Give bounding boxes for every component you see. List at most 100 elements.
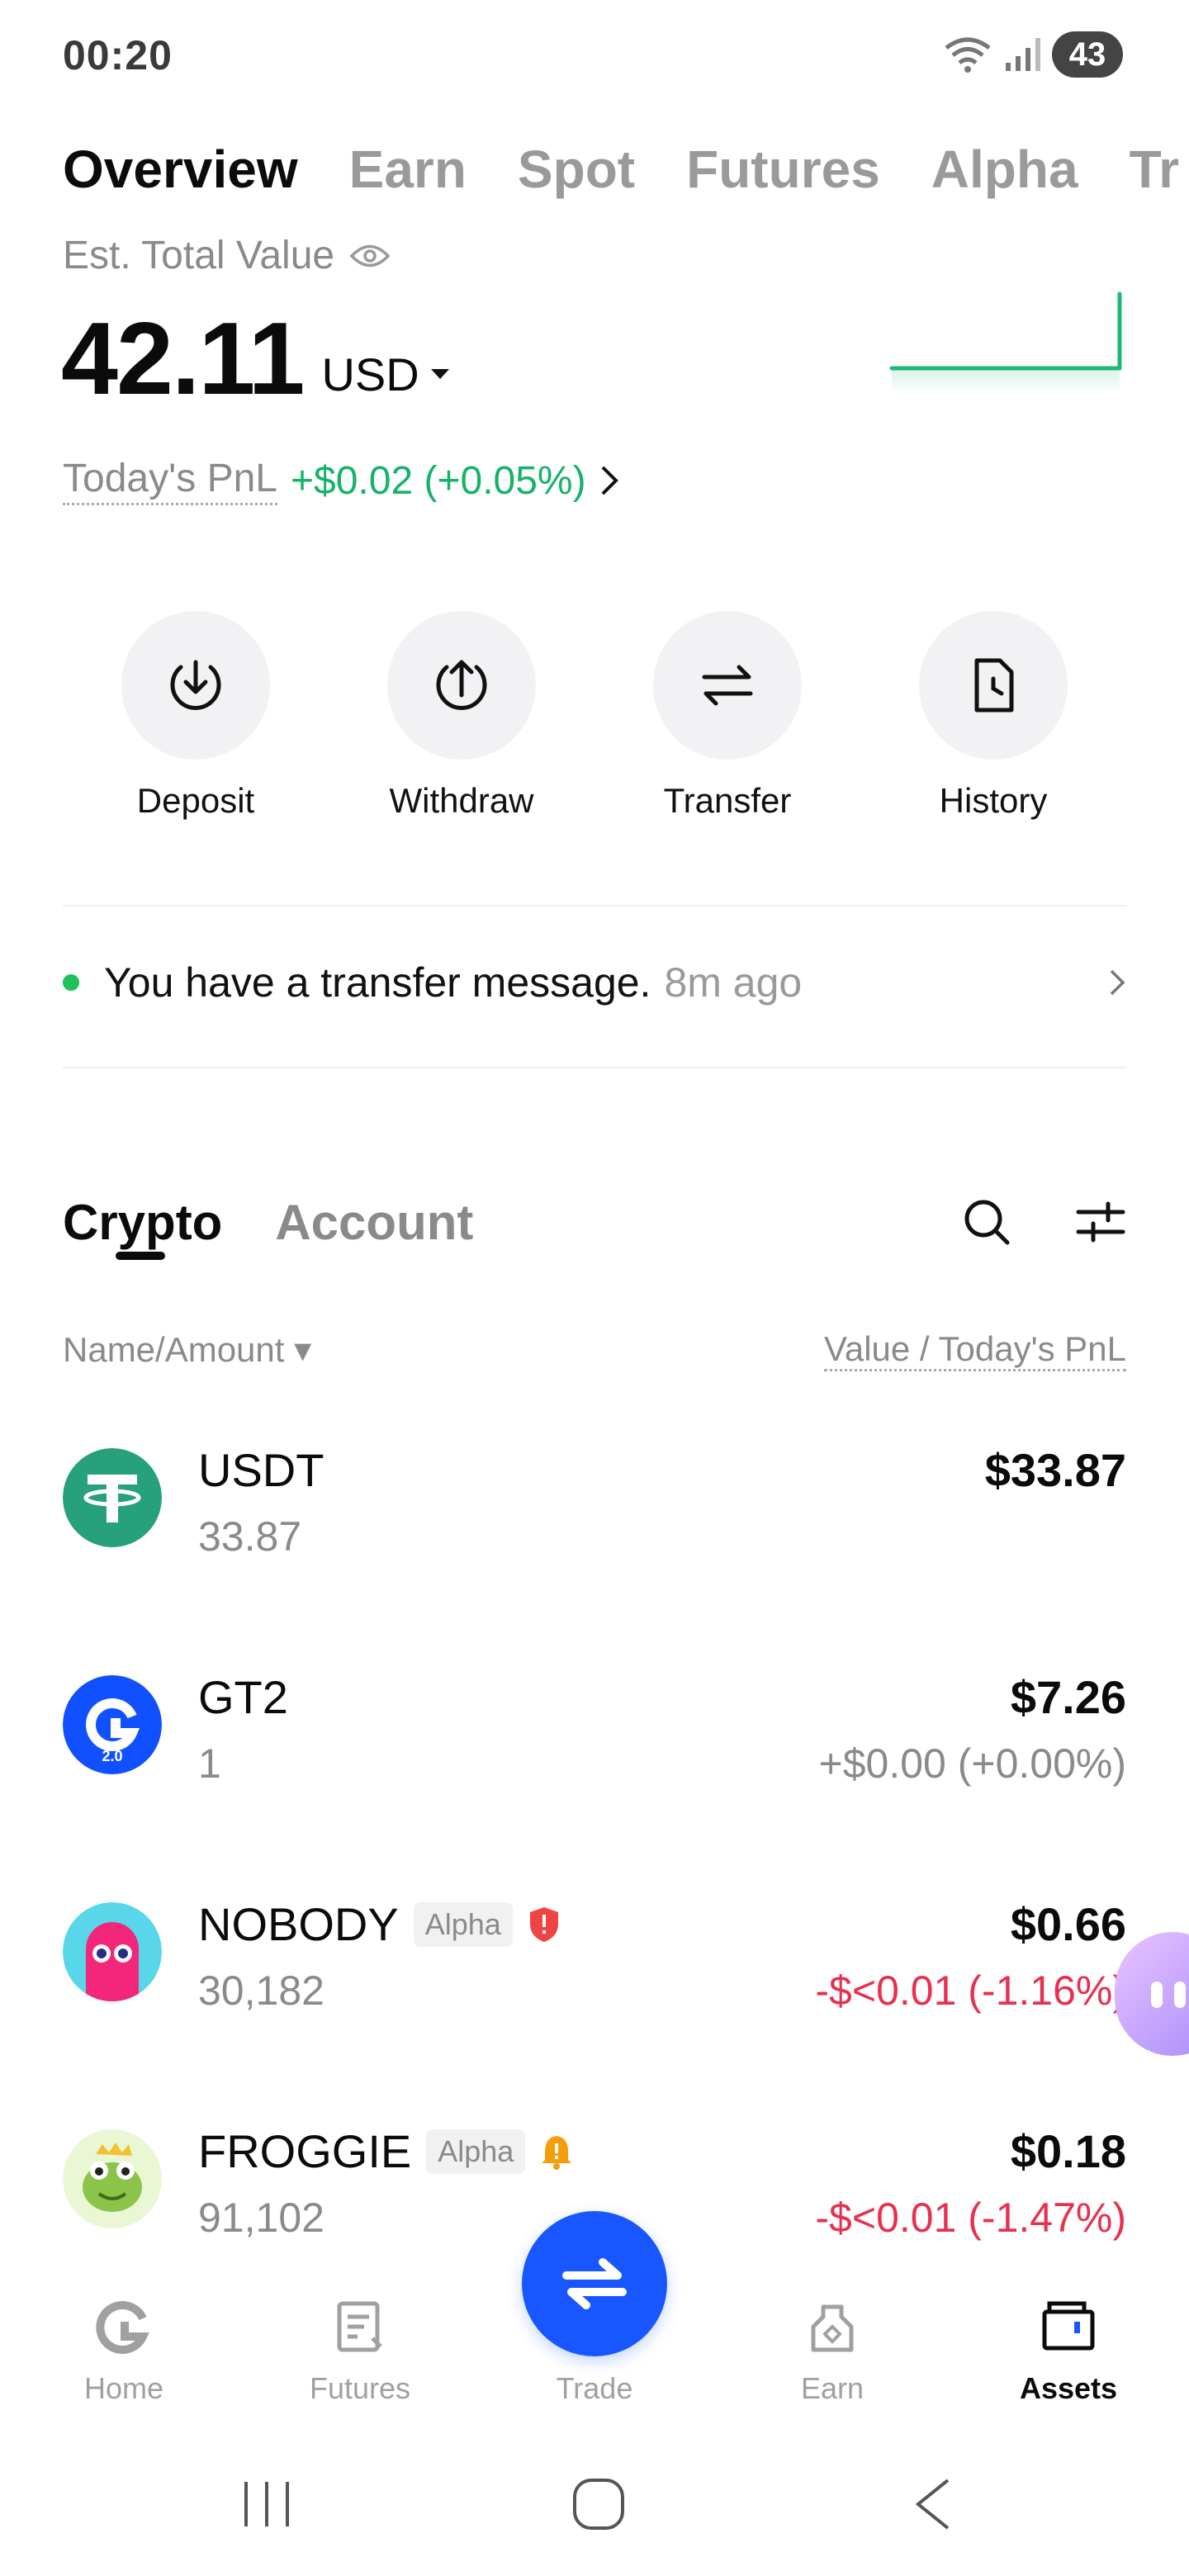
asset-value: $33.87 [984, 1444, 1126, 1496]
tab-futures[interactable]: Futures [686, 124, 880, 215]
notice-text: You have a transfer message. [104, 959, 651, 1006]
transfer-label: Transfer [663, 781, 792, 820]
nav-futures[interactable]: Futures [286, 2299, 434, 2406]
deposit-label: Deposit [136, 781, 255, 820]
battery-indicator: 43 [1052, 31, 1123, 78]
svg-text:2.0: 2.0 [102, 1748, 122, 1764]
history-icon [974, 658, 1014, 713]
nav-earn[interactable]: Earn [758, 2299, 907, 2406]
swap-arrows-icon [562, 2258, 627, 2309]
tab-earn[interactable]: Earn [349, 124, 467, 215]
nav-assets-label: Assets [1019, 2371, 1118, 2405]
eye-icon[interactable] [349, 242, 391, 270]
unread-dot [63, 974, 79, 991]
column-headers: Name/Amount ▾ Value / Today's PnL [63, 1329, 1126, 1371]
active-tab-indicator [116, 1252, 165, 1260]
top-tabs: Overview Earn Spot Futures Alpha Tr [63, 124, 1189, 215]
asset-amount: 1 [198, 1740, 221, 1787]
col-value-pnl[interactable]: Value / Today's PnL [823, 1329, 1126, 1371]
pnl-label: Today's PnL [63, 456, 277, 505]
asset-list: USDT 33.87 $33.87 2.0 GT2 1 $7.26 +$0.00… [63, 1420, 1126, 2328]
deposit-button[interactable]: Deposit [63, 611, 329, 821]
back-icon[interactable] [912, 2477, 953, 2531]
sort-name-amount[interactable]: Name/Amount ▾ [63, 1329, 311, 1371]
transfer-notice[interactable]: You have a transfer message. 8m ago [63, 925, 1126, 1040]
asset-name-line: FROGGIE Alpha [198, 2124, 573, 2178]
tab-spot[interactable]: Spot [518, 124, 635, 215]
withdraw-icon [436, 660, 487, 710]
status-bar: 00:20 43 [0, 0, 1189, 112]
asset-pnl: -$<0.01 (-1.47%) [815, 2195, 1126, 2241]
asset-amount: 33.87 [198, 1513, 302, 1560]
balance-value: 42.11 [61, 302, 305, 416]
caret-down-icon [430, 368, 449, 379]
asset-value: $0.66 [1010, 1898, 1126, 1950]
asset-name: GT2 [198, 1671, 288, 1723]
chevron-right-icon [601, 466, 618, 495]
history-button[interactable]: History [860, 611, 1126, 821]
search-icon[interactable] [961, 1196, 1012, 1248]
asset-row-gt2[interactable]: 2.0 GT2 1 $7.26 +$0.00 (+0.00%) [63, 1647, 1126, 1874]
pnl-value: +$0.02 (+0.05%) [291, 458, 586, 503]
tab-trading-bots[interactable]: Tr [1130, 124, 1179, 215]
currency-selector[interactable]: USD [321, 348, 449, 401]
todays-pnl[interactable]: Today's PnL +$0.02 (+0.05%) [63, 456, 619, 505]
tab-overview[interactable]: Overview [63, 124, 298, 215]
est-total-value-label: Est. Total Value [63, 233, 391, 278]
transfer-button[interactable]: Transfer [594, 611, 860, 821]
signal-icon [1006, 38, 1040, 71]
asset-amount: 91,102 [198, 2195, 324, 2241]
bottom-nav: Home Futures Trade Earn Assets [0, 2211, 1189, 2444]
tab-account[interactable]: Account [275, 1194, 473, 1251]
currency-label: USD [321, 348, 419, 400]
filter-icon[interactable] [1075, 1200, 1126, 1243]
list-tools [961, 1196, 1126, 1248]
system-nav [0, 2444, 1189, 2576]
withdraw-circle [387, 611, 536, 760]
chevron-right-icon [1110, 969, 1125, 996]
asset-pnl: +$0.00 (+0.00%) [818, 1740, 1127, 1787]
nobody-logo-icon [63, 1902, 162, 2001]
quick-actions: Deposit Withdraw Transfer History [63, 611, 1126, 821]
futures-icon [337, 2301, 382, 2352]
transfer-icon [702, 665, 753, 706]
recent-apps-icon[interactable] [239, 2477, 294, 2531]
withdraw-button[interactable]: Withdraw [329, 611, 594, 821]
est-label-text: Est. Total Value [63, 234, 335, 277]
asset-name-line: USDT [198, 1443, 324, 1497]
transfer-circle [653, 611, 802, 760]
home-system-icon[interactable] [571, 2477, 626, 2531]
divider [63, 1067, 1126, 1068]
home-icon [96, 2301, 149, 2354]
gt2-logo-icon: 2.0 [63, 1675, 162, 1774]
alert-bell-icon[interactable] [540, 2133, 573, 2170]
risk-shield-icon[interactable] [528, 1906, 561, 1944]
divider [63, 905, 1126, 907]
asset-name-line: NOBODY Alpha [198, 1897, 561, 1951]
alpha-tag: Alpha [413, 1901, 513, 1947]
assistant-eyes-icon [1151, 1982, 1186, 2008]
asset-amount: 30,182 [198, 1968, 324, 2014]
earn-icon [811, 2304, 854, 2352]
asset-tabs: Crypto Account [63, 1172, 1126, 1271]
tab-crypto[interactable]: Crypto [63, 1194, 222, 1251]
asset-row-nobody[interactable]: NOBODY Alpha 30,182 $0.66 -$<0.01 (-1.16… [63, 1874, 1126, 2101]
balance: 42.11 USD [61, 305, 449, 413]
trade-button[interactable] [522, 2211, 667, 2356]
notice-time: 8m ago [664, 959, 803, 1006]
deposit-circle [121, 611, 270, 760]
tab-alpha[interactable]: Alpha [931, 124, 1078, 215]
asset-row-usdt[interactable]: USDT 33.87 $33.87 [63, 1420, 1126, 1647]
asset-value: $0.18 [1010, 2125, 1126, 2177]
wifi-icon [945, 37, 991, 73]
asset-name: NOBODY [198, 1898, 399, 1950]
froggie-logo-icon [63, 2129, 162, 2228]
deposit-icon [170, 660, 221, 710]
alpha-tag: Alpha [426, 2129, 526, 2174]
col-name-label: Name/Amount [63, 1330, 285, 1369]
nav-home[interactable]: Home [50, 2299, 198, 2406]
usdt-logo-icon [63, 1448, 162, 1547]
asset-name: USDT [198, 1444, 324, 1496]
nav-assets[interactable]: Assets [994, 2299, 1143, 2406]
nav-earn-label: Earn [800, 2371, 865, 2405]
